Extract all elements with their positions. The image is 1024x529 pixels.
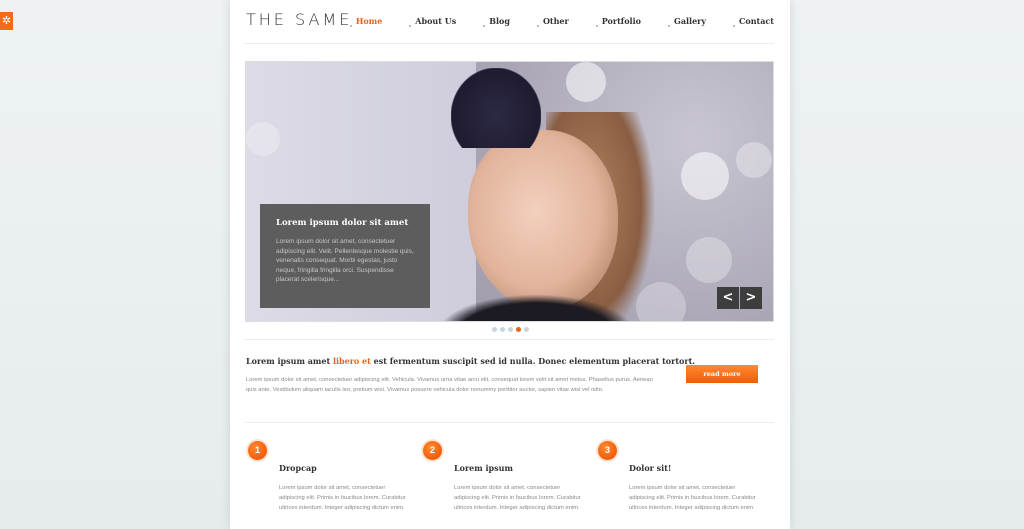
slider-dot-3[interactable]	[508, 327, 513, 332]
intro-heading-end: est fermentum suscipit sed id nulla. Don…	[370, 356, 696, 366]
feature-title: Dropcap	[279, 463, 317, 473]
section-divider	[245, 339, 774, 340]
feature-title: Lorem ipsum	[454, 463, 513, 473]
intro-text: Lorem ipsum dolor sit amet, consectetuer…	[246, 377, 653, 393]
nav-item-home[interactable]: Home	[349, 16, 383, 27]
nav-tick	[409, 25, 412, 27]
next-slide-button[interactable]: >	[740, 287, 762, 309]
caption-title: Lorem ipsum dolor sit amet	[276, 218, 409, 228]
bokeh-light	[246, 122, 280, 156]
nav-tick	[595, 25, 598, 27]
slider-arrows: < >	[717, 287, 762, 309]
nav-item-gallery[interactable]: Gallery	[667, 16, 707, 27]
header-divider	[245, 43, 774, 44]
nav-item-other[interactable]: Other	[536, 16, 569, 27]
slider-dot-2[interactable]	[500, 327, 505, 332]
feature-text: Lorem ipsum dolor sit amet, consectetuer…	[454, 485, 581, 512]
bokeh-light	[736, 142, 772, 178]
slide-portrait-face	[468, 130, 618, 310]
main-nav: Home About Us Blog Other Portfolio Galle…	[323, 16, 774, 27]
nav-tick	[483, 25, 486, 27]
feature-text: Lorem ipsum dolor sit amet, consectetuer…	[279, 485, 406, 512]
feature-title: Dolor sit!	[629, 463, 672, 473]
nav-label: Portfolio	[601, 16, 641, 26]
section-divider	[245, 422, 774, 423]
step-number-badge: 3	[598, 441, 617, 460]
page-container: THE SAME Home About Us Blog Other Portfo…	[230, 0, 790, 529]
slide-portrait-hat	[451, 68, 541, 148]
nav-tick	[733, 25, 736, 27]
read-more-button[interactable]: read more	[686, 365, 758, 383]
nav-label: Blog	[489, 16, 510, 26]
slider-dot-5[interactable]	[524, 327, 529, 332]
step-number-badge: 1	[248, 441, 267, 460]
nav-tick	[536, 25, 539, 27]
slide-portrait-dress	[436, 294, 636, 321]
nav-item-blog[interactable]: Blog	[483, 16, 510, 27]
nav-label: Gallery	[673, 16, 707, 26]
bokeh-light	[681, 152, 729, 200]
intro-heading-link[interactable]: libero et	[333, 356, 371, 366]
intro-heading: Lorem ipsum amet libero et est fermentum…	[246, 356, 695, 366]
nav-label: Home	[355, 16, 383, 26]
nav-label: Contact	[739, 16, 774, 26]
bokeh-light	[566, 62, 606, 102]
nav-label: Other	[542, 16, 569, 26]
slider-dot-4[interactable]	[516, 327, 521, 332]
step-number-badge: 2	[423, 441, 442, 460]
nav-tick	[349, 25, 352, 27]
hero-slider: Lorem ipsum dolor sit amet Lorem ipsum d…	[245, 61, 774, 322]
slider-dots	[492, 327, 529, 332]
nav-label: About Us	[415, 16, 457, 26]
bokeh-light	[686, 237, 732, 283]
nav-item-about-us[interactable]: About Us	[409, 16, 457, 27]
caption-text: Lorem ipsum dolor sit amet, consectetuer…	[276, 238, 414, 284]
slide-caption: Lorem ipsum dolor sit amet Lorem ipsum d…	[260, 204, 430, 308]
prev-slide-button[interactable]: <	[717, 287, 739, 309]
feature-text: Lorem ipsum dolor sit amet, consectetuer…	[629, 485, 756, 512]
nav-item-portfolio[interactable]: Portfolio	[595, 16, 641, 27]
gear-icon[interactable]: ✲	[0, 12, 13, 30]
slider-dot-1[interactable]	[492, 327, 497, 332]
nav-item-contact[interactable]: Contact	[733, 16, 774, 27]
intro-heading-start: Lorem ipsum amet	[246, 356, 333, 366]
nav-tick	[667, 25, 670, 27]
